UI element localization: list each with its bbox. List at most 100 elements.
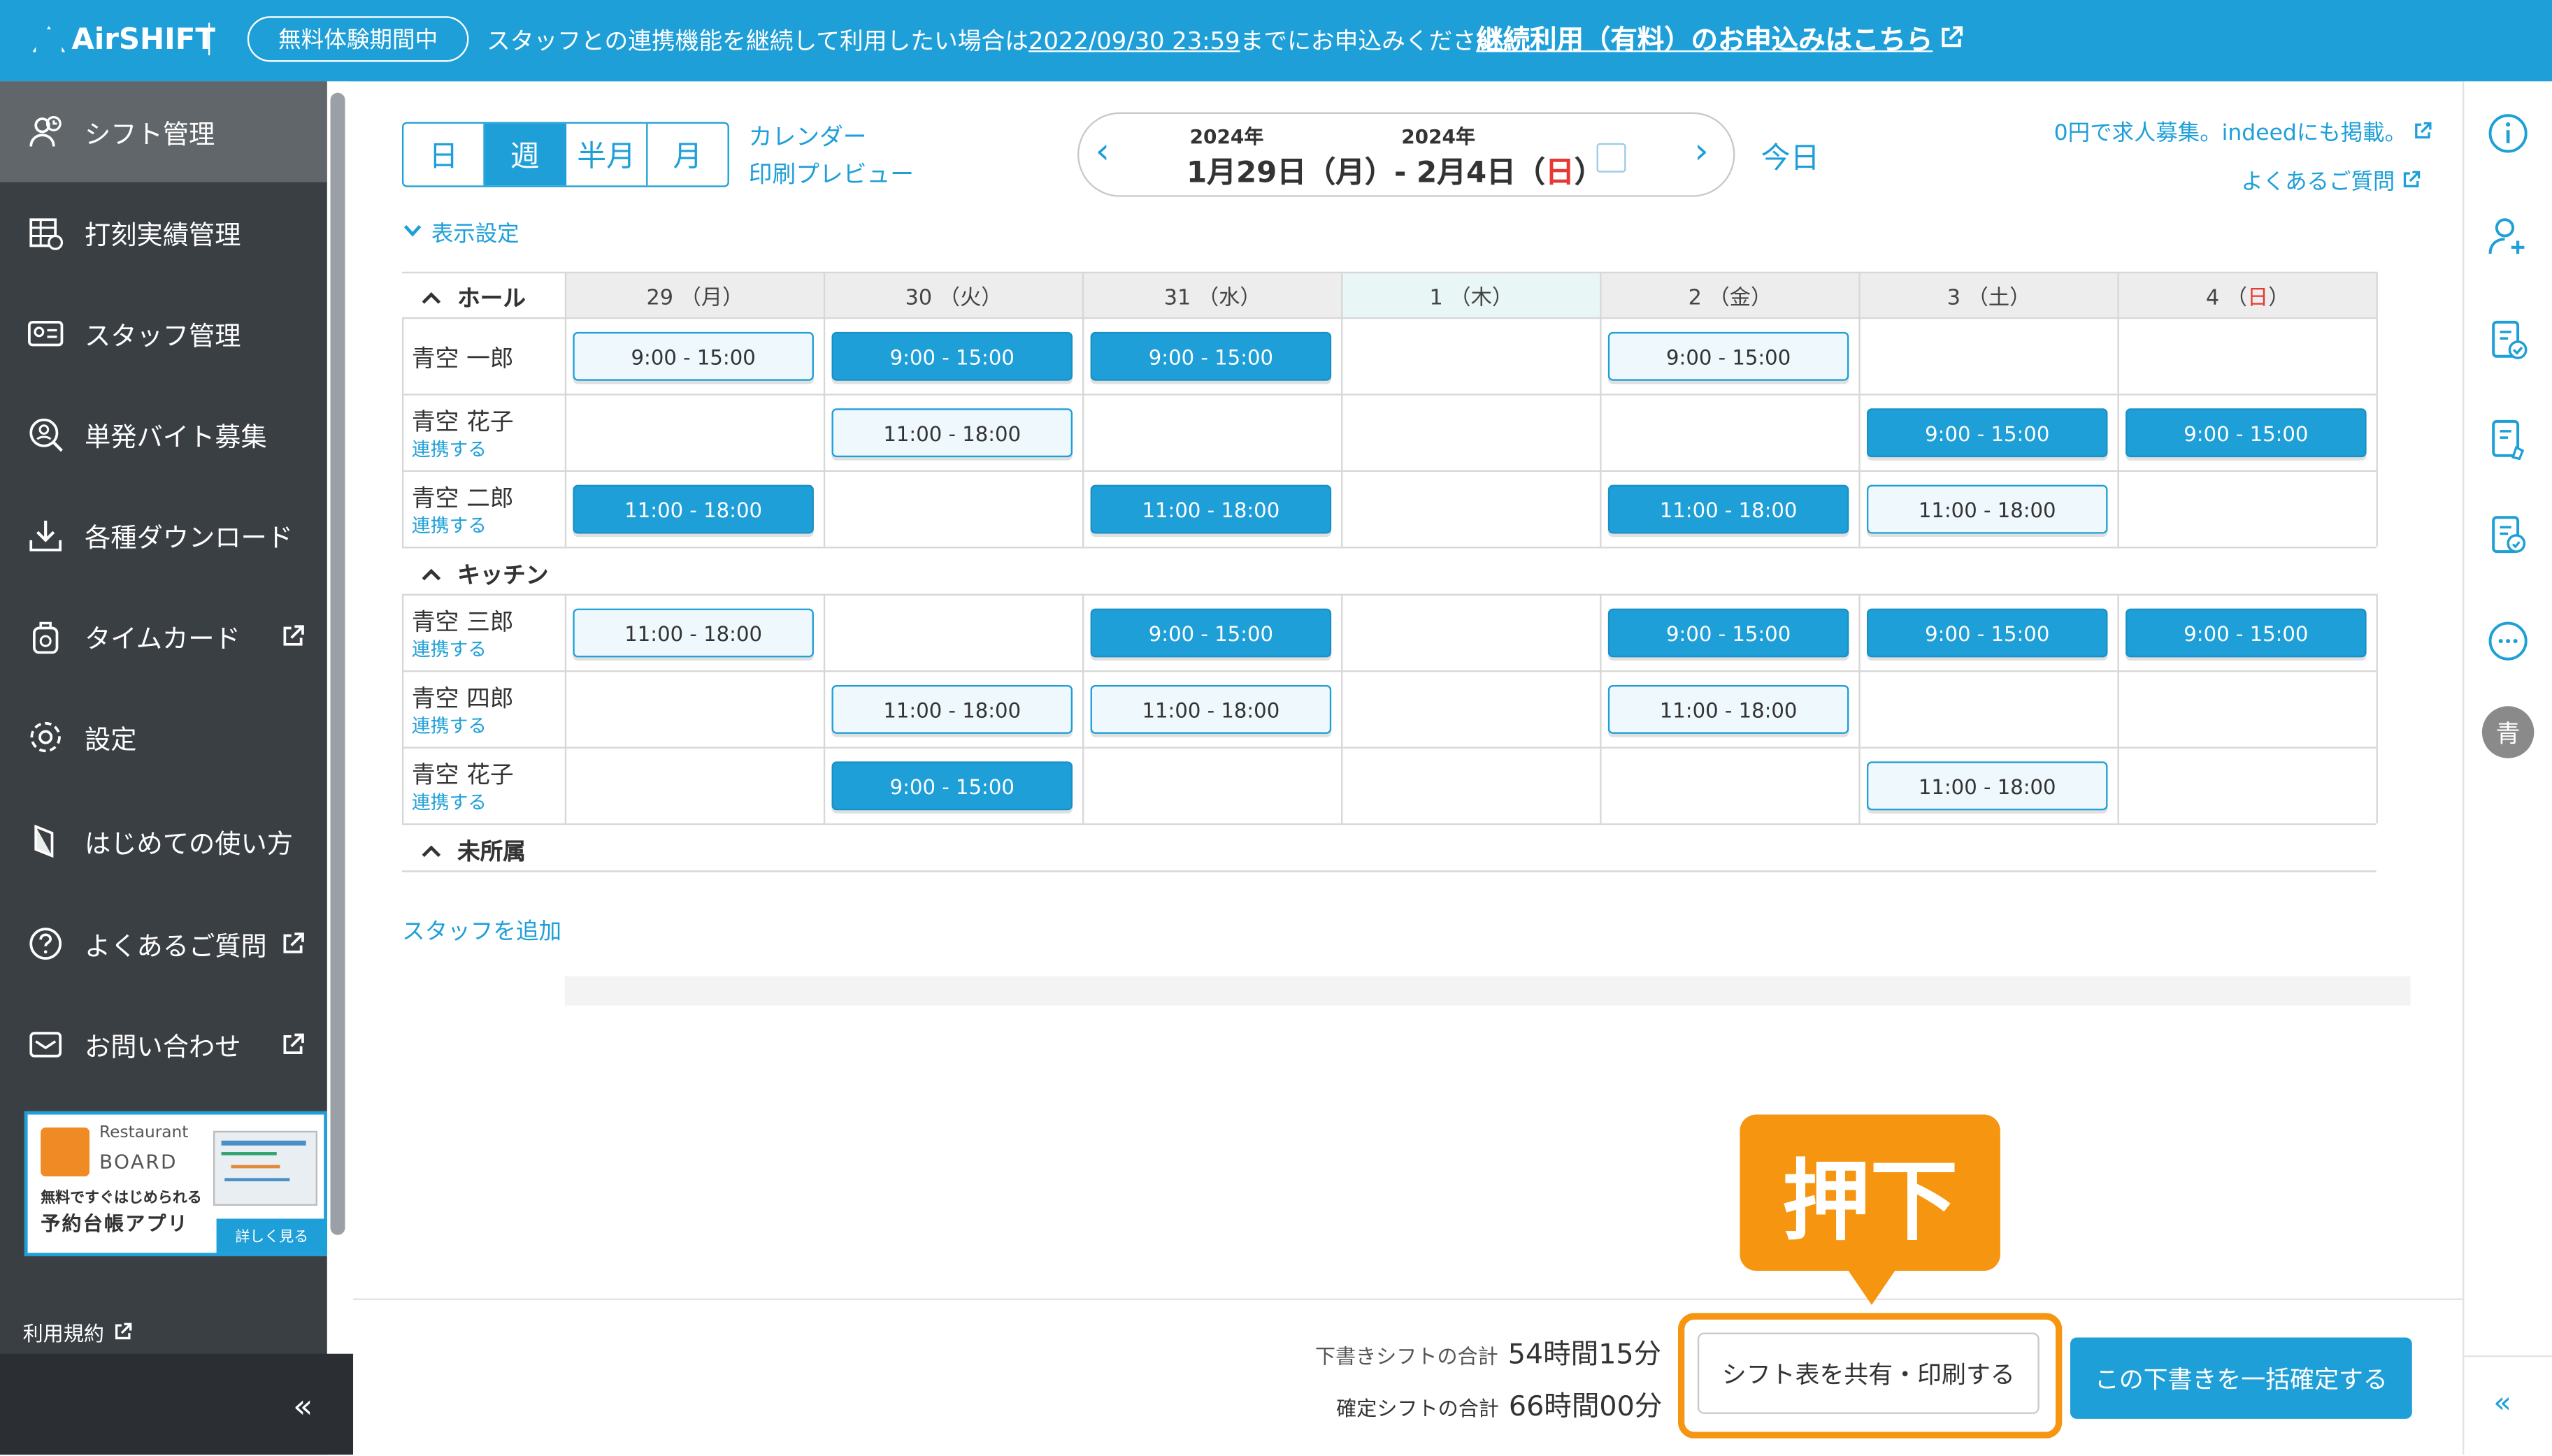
add-user-icon[interactable] [2487, 215, 2530, 257]
grid-row-line [401, 271, 2377, 274]
shift-block[interactable]: 11:00 - 18:00 [1090, 484, 1332, 534]
link-staff-button[interactable]: 連携する [412, 789, 487, 815]
shift-block[interactable]: 9:00 - 15:00 [2126, 608, 2367, 658]
shift-block[interactable]: 9:00 - 15:00 [1090, 608, 1332, 658]
grid-col-line [401, 593, 404, 823]
chat-icon[interactable] [2487, 620, 2530, 663]
shift-block[interactable]: 9:00 - 15:00 [1607, 608, 1849, 658]
collapse-right-rail-icon[interactable]: « [2493, 1386, 2511, 1420]
view-month-button[interactable]: 月 [647, 124, 727, 185]
grid-row-line [401, 670, 2377, 672]
collapse-sidebar-icon[interactable]: « [293, 1386, 313, 1425]
staff-name[interactable]: 青空 一郎 [412, 340, 514, 375]
group-hall-header[interactable]: ホール [422, 282, 526, 315]
banner-message: スタッフとの連携機能を継続して利用したい場合は2022/09/30 23:59ま… [487, 29, 1524, 56]
shift-block[interactable]: 11:00 - 18:00 [573, 608, 814, 658]
grid-row-line [401, 870, 2377, 872]
grid-row-line [401, 747, 2377, 749]
link-staff-button[interactable]: 連携する [412, 713, 487, 739]
sidebar-scrollbar[interactable] [330, 92, 345, 1235]
sidebar-item-settings[interactable]: 設定 [0, 686, 327, 787]
sidebar-item-staff[interactable]: スタッフ管理 [0, 283, 327, 384]
start-year: 2024年 [1189, 125, 1264, 148]
shift-block[interactable]: 11:00 - 18:00 [1607, 685, 1849, 734]
sidebar-item-shift[interactable]: シフト管理 [0, 81, 327, 182]
shift-block[interactable]: 9:00 - 15:00 [1866, 408, 2108, 458]
external-link-icon [283, 1033, 304, 1054]
external-link-icon [283, 932, 304, 953]
document-edit-icon[interactable] [2487, 418, 2530, 461]
group-unassigned-header[interactable]: 未所属 [422, 835, 526, 867]
mail-icon [26, 1025, 65, 1065]
view-week-button[interactable]: 週 [485, 123, 567, 186]
link-staff-button[interactable]: 連携する [412, 636, 487, 662]
staff-name[interactable]: 青空 二郎 [412, 480, 514, 514]
sidebar-item-contact[interactable]: お問い合わせ [0, 994, 327, 1095]
sidebar-item-downloads[interactable]: 各種ダウンロード [0, 485, 327, 586]
indeed-recruit-link[interactable]: 0円で求人募集。indeedにも掲載。 [2054, 114, 2432, 147]
shift-block[interactable]: 9:00 - 15:00 [1090, 331, 1332, 381]
continue-subscription-link[interactable]: 継続利用（有料）のお申込みはこちら [1476, 18, 1962, 57]
shift-block[interactable]: 9:00 - 15:00 [831, 761, 1073, 811]
highlight-outline [1677, 1313, 2063, 1439]
external-link-icon [2415, 122, 2432, 139]
staff-name[interactable]: 青空 花子 [412, 403, 514, 438]
shift-block[interactable]: 11:00 - 18:00 [1607, 484, 1849, 534]
sidebar-item-faq[interactable]: よくあるご質問 [0, 893, 327, 994]
document-check-icon[interactable] [2487, 319, 2530, 361]
date-range-navigator: ‹ 2024年 2024年 1月29日（月）- 2月4日（日） › [1077, 112, 1735, 197]
chevron-down-icon [403, 225, 422, 237]
staff-name[interactable]: 青空 四郎 [412, 680, 514, 714]
calendar-link[interactable]: カレンダー [749, 120, 914, 158]
info-icon[interactable] [2487, 113, 2530, 155]
ad-more-button[interactable]: 詳しく見る [216, 1218, 327, 1253]
shift-block[interactable]: 11:00 - 18:00 [573, 484, 814, 534]
shift-block[interactable]: 9:00 - 15:00 [831, 331, 1073, 381]
grid-row-line [401, 823, 2377, 826]
next-week-icon[interactable]: › [1694, 132, 1709, 173]
confirm-all-drafts-button[interactable]: この下書きを一括確定する [2070, 1337, 2412, 1419]
grid-col-line [2376, 271, 2378, 547]
sidebar-item-timesheet[interactable]: 打刻実績管理 [0, 182, 327, 283]
restaurant-board-ad[interactable]: Restaurant BOARD 無料ですぐはじめられる 予約台帳アプリ 詳しく… [24, 1111, 327, 1257]
draft-total-value: 54時間15分 [1507, 1339, 1662, 1372]
previous-week-icon[interactable]: ‹ [1096, 132, 1110, 173]
sidebar-item-getting-started[interactable]: はじめての使い方 [0, 791, 327, 891]
shift-block[interactable]: 11:00 - 18:00 [1090, 685, 1332, 734]
question-icon [26, 924, 65, 963]
day-header: 4 （日） [2119, 273, 2377, 317]
grid-col-line [401, 317, 404, 547]
sidebar-item-part-time-recruit[interactable]: 単発バイト募集 [0, 384, 327, 484]
logo-triangle-icon [32, 26, 66, 52]
link-staff-button[interactable]: 連携する [412, 436, 487, 462]
shift-block[interactable]: 9:00 - 15:00 [1607, 331, 1849, 381]
shift-block[interactable]: 11:00 - 18:00 [831, 408, 1073, 458]
shift-block[interactable]: 11:00 - 18:00 [1866, 484, 2108, 534]
print-preview-link[interactable]: 印刷プレビュー [749, 158, 914, 196]
sidebar-collapse-bar[interactable]: « [0, 1353, 354, 1455]
avatar[interactable]: 青 [2481, 706, 2535, 758]
shift-block[interactable]: 11:00 - 18:00 [831, 685, 1073, 734]
terms-link[interactable]: 利用規約 [23, 1316, 132, 1347]
view-half-month-button[interactable]: 半月 [566, 123, 648, 186]
staff-name[interactable]: 青空 花子 [412, 756, 514, 791]
gear-icon [26, 718, 65, 757]
today-button[interactable]: 今日 [1761, 135, 1820, 178]
view-day-button[interactable]: 日 [403, 123, 485, 186]
group-kitchen-header[interactable]: キッチン [422, 558, 548, 591]
faq-link[interactable]: よくあるご質問 [2241, 163, 2420, 195]
shift-block[interactable]: 11:00 - 18:00 [1866, 761, 2108, 811]
staff-name[interactable]: 青空 三郎 [412, 604, 514, 638]
document-search-icon[interactable] [2487, 514, 2530, 557]
shift-block[interactable]: 9:00 - 15:00 [1866, 608, 2108, 658]
shift-schedule-grid: ホール 29 （月） 30 （火） 31 （水） 1 （木） 2 （金） 3 （土） 4 （… [401, 271, 2378, 988]
sidebar-item-timecard[interactable]: タイムカード [0, 586, 327, 686]
display-settings-toggle[interactable]: 表示設定 [403, 215, 519, 247]
airshift-logo[interactable]: AirSHIFT [32, 18, 215, 61]
chevron-up-icon [422, 568, 441, 581]
add-staff-link[interactable]: スタッフを追加 [402, 914, 561, 947]
shift-block[interactable]: 9:00 - 15:00 [2126, 408, 2367, 458]
link-staff-button[interactable]: 連携する [412, 512, 487, 538]
shift-block[interactable]: 9:00 - 15:00 [573, 331, 814, 381]
calendar-icon[interactable] [1596, 143, 1626, 173]
